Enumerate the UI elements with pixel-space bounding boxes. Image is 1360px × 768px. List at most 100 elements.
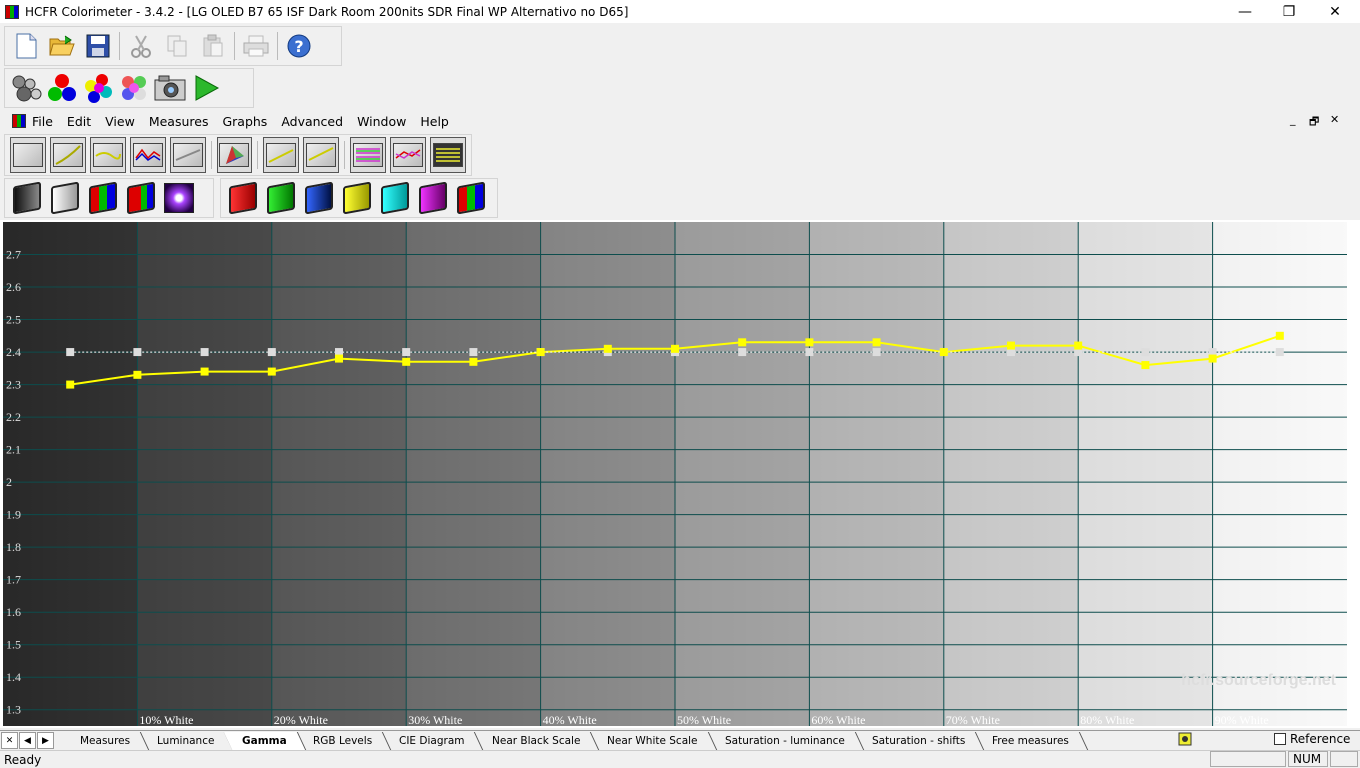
reference-checkbox-box[interactable]: [1274, 733, 1286, 745]
rgb-film-2-icon[interactable]: [124, 181, 158, 215]
reference-label: Reference: [1290, 732, 1351, 746]
reference-point: [267, 348, 276, 357]
tab-rgb-levels[interactable]: RGB Levels: [295, 731, 392, 750]
gray-film-icon[interactable]: [10, 181, 44, 215]
svg-text:?: ?: [294, 37, 303, 56]
print-icon[interactable]: [240, 30, 272, 62]
saturation-luminance-icon[interactable]: [350, 137, 387, 173]
tab-next-icon[interactable]: ▶: [37, 732, 54, 749]
mdi-restore-button[interactable]: 🗗: [1309, 113, 1319, 132]
gamma-point: [738, 338, 747, 347]
tab-saturation-shifts[interactable]: Saturation - shifts: [853, 731, 985, 750]
standard-toolbar: ?: [4, 26, 342, 66]
graph-toolbar: [4, 134, 472, 176]
tab-near-black-scale[interactable]: Near Black Scale: [473, 731, 600, 750]
menu-window[interactable]: Window: [357, 114, 406, 129]
cut-icon[interactable]: [125, 30, 157, 62]
menu-graphs[interactable]: Graphs: [222, 114, 267, 129]
tab-gamma[interactable]: Gamma: [223, 731, 306, 750]
gamma-graph-icon[interactable]: [49, 137, 86, 173]
x-tick-label: 30% White: [408, 713, 462, 727]
reference-point: [133, 348, 142, 357]
y-tick-label: 1.5: [6, 638, 21, 652]
new-icon[interactable]: [10, 30, 42, 62]
paste-icon[interactable]: [197, 30, 229, 62]
red-film-icon[interactable]: [226, 181, 260, 215]
tab-cie-diagram[interactable]: CIE Diagram: [381, 731, 485, 750]
tab-near-white-scale[interactable]: Near White Scale: [589, 731, 718, 750]
free-measures-icon[interactable]: [430, 137, 466, 173]
menu-advanced[interactable]: Advanced: [281, 114, 343, 129]
gamma-chart: 2.7 2.6 2.5 2.4 2.3 2.2 2.1 2 1.9 1.8 1.7 1.6 1.5 1.4…: [0, 220, 1360, 728]
menu-measures[interactable]: Measures: [149, 114, 209, 129]
camera-icon[interactable]: [154, 72, 186, 104]
open-icon[interactable]: [46, 30, 78, 62]
tab-first-icon[interactable]: ✕: [1, 732, 18, 749]
rgb-balls-icon[interactable]: [46, 72, 78, 104]
gray-band: [137, 222, 272, 726]
rgb-curves-graph-icon[interactable]: [129, 137, 166, 173]
cie-diagram-icon[interactable]: [216, 137, 253, 173]
menu-file[interactable]: File: [32, 114, 53, 129]
status-panel-scroll: [1330, 751, 1358, 767]
y-tick-label: 2.6: [6, 280, 21, 294]
near-white-graph-icon[interactable]: [303, 137, 340, 173]
y-tick-label: 2.5: [6, 313, 21, 327]
save-icon[interactable]: [82, 30, 114, 62]
tab-saturation-luminance[interactable]: Saturation - luminance: [706, 731, 864, 750]
mdi-close-button[interactable]: ✕: [1330, 113, 1339, 126]
reference-point: [805, 348, 814, 357]
reference-point: [1275, 348, 1284, 357]
reference-point: [66, 348, 75, 357]
x-tick-label: 40% White: [543, 713, 597, 727]
yellow-film-icon[interactable]: [340, 181, 374, 215]
help-icon[interactable]: ?: [283, 30, 315, 62]
cyan-film-icon[interactable]: [378, 181, 412, 215]
gray-band: [271, 222, 407, 726]
gamma-point: [335, 354, 343, 363]
menu-help[interactable]: Help: [420, 114, 449, 129]
play-icon[interactable]: [190, 72, 222, 104]
probe-icon[interactable]: [10, 72, 42, 104]
contrast-icon[interactable]: [162, 181, 196, 215]
measure-toolbar: [4, 68, 254, 108]
close-button[interactable]: ✕: [1312, 0, 1358, 23]
rgb-levels-graph-icon[interactable]: [89, 137, 126, 173]
color-film-toolbar: [220, 178, 498, 218]
tab-measures[interactable]: Measures: [61, 731, 150, 750]
copy-icon[interactable]: [161, 30, 193, 62]
gray-graph-icon[interactable]: [169, 137, 206, 173]
green-film-icon[interactable]: [264, 181, 298, 215]
tab-luminance[interactable]: Luminance: [138, 731, 234, 750]
y-tick-label: 1.6: [6, 605, 21, 619]
gamma-point: [402, 357, 411, 366]
y-tick-label: 2: [6, 475, 12, 489]
luminance-graph-icon[interactable]: [10, 137, 46, 173]
restore-button[interactable]: ❐: [1266, 0, 1312, 23]
mdi-minimize-button[interactable]: _: [1290, 113, 1296, 126]
gray-band: [1078, 222, 1213, 726]
magenta-film-icon[interactable]: [416, 181, 450, 215]
reference-checkbox[interactable]: Reference: [1274, 732, 1350, 746]
gray-film-2-icon[interactable]: [48, 181, 82, 215]
status-panel-empty: [1210, 751, 1286, 767]
menu-view[interactable]: View: [105, 114, 135, 129]
watermark: hcfr.sourceforge.net: [1181, 672, 1336, 689]
menu-edit[interactable]: Edit: [67, 114, 91, 129]
sensor-status-icon: [1178, 732, 1192, 746]
saturation-shifts-icon[interactable]: [390, 137, 427, 173]
minimize-button[interactable]: —: [1222, 0, 1268, 23]
color-balls-icon[interactable]: [82, 72, 114, 104]
multi-balls-icon[interactable]: [118, 72, 150, 104]
rgb-film-icon[interactable]: [86, 181, 120, 215]
tab-free-measures[interactable]: Free measures: [973, 731, 1089, 750]
status-bar: Ready: [0, 750, 1360, 768]
near-black-graph-icon[interactable]: [263, 137, 300, 173]
all-colors-film-icon[interactable]: [454, 181, 488, 215]
app-icon[interactable]: [5, 4, 19, 19]
tab-prev-icon[interactable]: ◀: [19, 732, 36, 749]
blue-film-icon[interactable]: [302, 181, 336, 215]
y-tick-label: 1.9: [6, 508, 21, 522]
gamma-point: [200, 367, 209, 376]
document-icon[interactable]: [12, 114, 26, 128]
